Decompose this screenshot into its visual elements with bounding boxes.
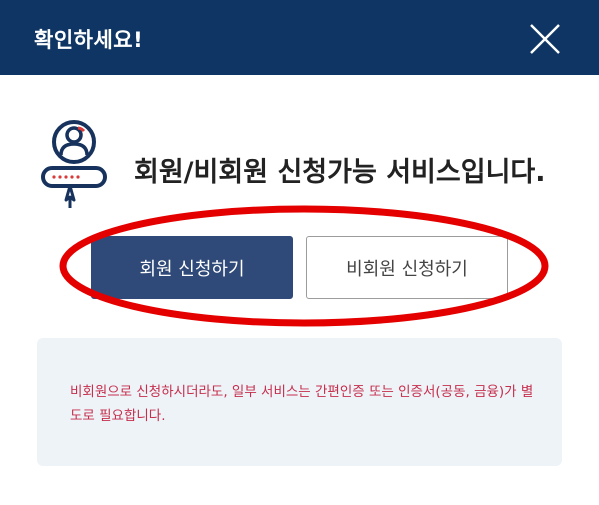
service-availability-text: 회원/비회원 신청가능 서비스입니다. xyxy=(134,157,546,188)
user-login-icon xyxy=(40,118,108,210)
nonmember-apply-button[interactable]: 비회원 신청하기 xyxy=(306,236,508,299)
dialog-header: 확인하세요! xyxy=(0,0,599,75)
notice-box: 비회원으로 신청하시더라도, 일부 서비스는 간편인증 또는 인증서(공동, 금… xyxy=(37,338,562,466)
close-icon xyxy=(530,24,560,54)
notice-text: 비회원으로 신청하시더라도, 일부 서비스는 간편인증 또는 인증서(공동, 금… xyxy=(70,384,534,424)
close-button[interactable] xyxy=(526,20,564,58)
dialog-title: 확인하세요! xyxy=(34,28,144,52)
member-apply-button[interactable]: 회원 신청하기 xyxy=(91,236,293,299)
